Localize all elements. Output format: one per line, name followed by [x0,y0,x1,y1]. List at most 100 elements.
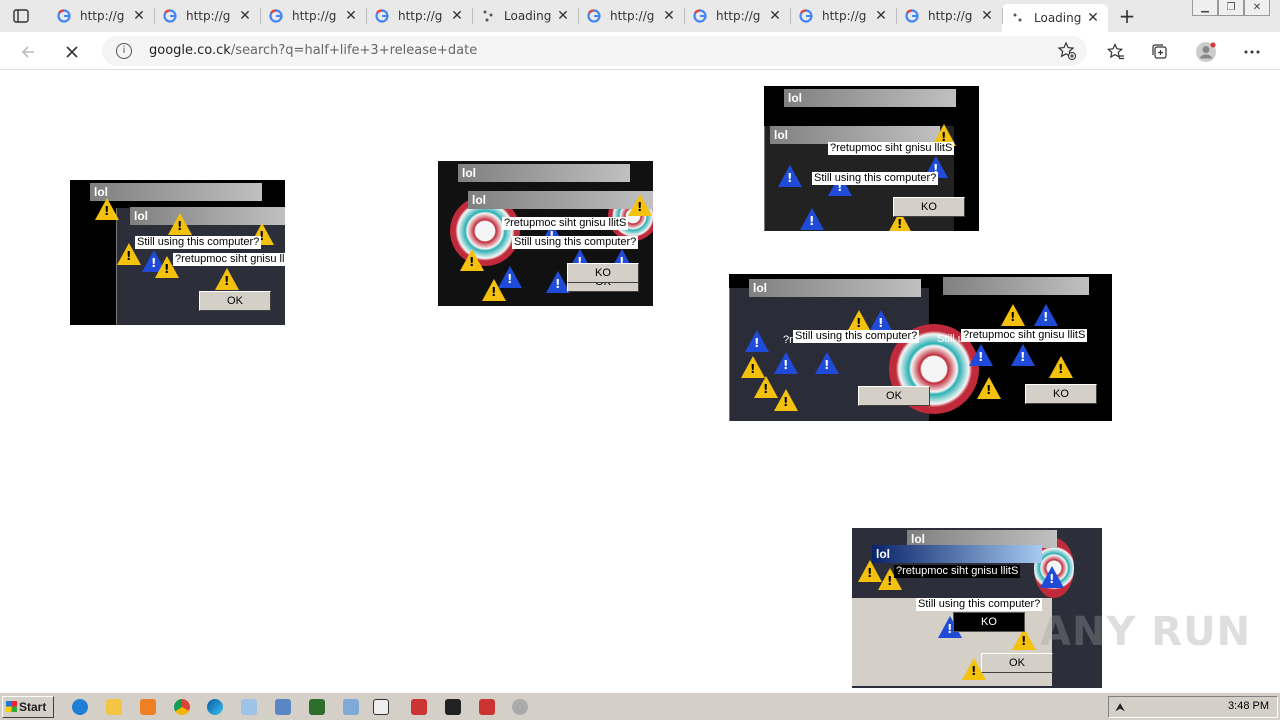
tab-title: Loading [504,9,552,23]
tab-title: http://g [186,9,231,23]
warning-icon [847,310,871,332]
computer-icon[interactable] [275,699,291,715]
ko-button[interactable]: KO [893,197,965,217]
folder-icon[interactable] [106,699,122,715]
tab-title: Loading [1034,11,1082,25]
terminal-icon[interactable] [309,699,325,715]
tab-title: http://g [80,9,125,23]
window-controls: ▁ ❐ ✕ [1192,0,1270,16]
warning-icon [741,356,765,378]
ko-button[interactable]: KO [567,263,639,283]
address-bar[interactable]: i google.co.ck/search?q=half+life+3+rele… [102,36,1087,66]
popup-window: lol lol ?retupmoc siht gnisu llitS Still… [438,161,653,306]
profile-avatar-icon[interactable] [1194,40,1218,64]
google-g-icon [374,8,390,24]
stop-loading-icon[interactable] [60,40,84,64]
popup-window: lol ?re Still using this computer? Still… [729,274,1112,421]
app-icon[interactable] [411,699,427,715]
popup-window: lol lol ?retupmoc siht gnisu llitS Still… [852,528,1102,688]
address-url[interactable]: google.co.ck/search?q=half+life+3+releas… [149,43,477,58]
google-g-icon [268,8,284,24]
tab[interactable]: http://g ✕ [48,4,154,28]
url-path: /search?q=half+life+3+release+date [230,43,478,58]
chrome-icon[interactable] [174,699,190,715]
app-icon[interactable] [479,699,495,715]
popup-inner-title: lol [872,545,1042,563]
info-icon [1011,344,1035,366]
popup-message-reversed: ?retupmoc siht gnisu llitS [894,565,1021,578]
ok-button[interactable]: OK [981,653,1053,673]
tab[interactable]: http://g ✕ [684,4,790,28]
close-tab-icon[interactable]: ✕ [662,8,676,24]
info-icon [815,352,839,374]
tab-list: http://g ✕ http://g ✕ http://g ✕ http://g ✕ … [48,4,1108,32]
info-icon [869,310,893,332]
clock: 3:48 PM [1228,700,1269,712]
notepad-icon[interactable] [241,699,257,715]
restore-icon[interactable]: ❐ [1218,0,1244,16]
popup-title-copy [943,277,1089,295]
settings-icon[interactable] [512,699,528,715]
close-tab-icon[interactable]: ✕ [980,8,994,24]
warning-icon [460,249,484,271]
media-player-icon[interactable] [140,699,156,715]
new-tab-button[interactable]: + [1116,5,1138,27]
ko-button[interactable]: KO [953,612,1025,632]
minimize-icon[interactable]: ▁ [1192,0,1218,16]
warning-icon [95,198,119,220]
popup-title: lol [784,89,956,107]
close-tab-icon[interactable]: ✕ [874,8,888,24]
popup-window: lol lol ?retupmoc siht gnisu llitS Still… [764,86,979,231]
ok-button[interactable]: OK [858,386,930,406]
tab-title: http://g [610,9,655,23]
internet-explorer-icon[interactable] [72,699,88,715]
close-tab-icon[interactable]: ✕ [556,8,570,24]
more-options-icon[interactable] [1240,40,1264,64]
cmd-icon[interactable] [445,699,461,715]
add-favorite-icon[interactable] [1057,41,1077,61]
tab[interactable]: http://g ✕ [790,4,896,28]
edge-icon[interactable] [207,699,223,715]
close-tab-icon[interactable]: ✕ [344,8,358,24]
popup-message-reversed: ?retupmoc siht gnisu llitS [828,142,955,155]
popup-message-reversed: ?retupmoc siht gnisu llitS [502,217,629,230]
popup-message: Still using this computer? [135,236,262,249]
popup-title: lol [458,164,630,182]
tab[interactable]: http://g ✕ [896,4,1002,28]
start-button[interactable]: Start [2,696,54,718]
system-tray: ⮝ 3:48 PM [1108,696,1278,718]
favorites-icon[interactable] [1104,40,1128,64]
popup-window: lol lol Still using this computer? ?retu… [70,180,285,325]
tab[interactable]: Loading ✕ [472,4,578,28]
back-arrow-icon[interactable] [16,40,40,64]
info-icon [1034,304,1058,326]
close-tab-icon[interactable]: ✕ [1086,10,1100,26]
tab[interactable]: http://g ✕ [578,4,684,28]
close-tab-icon[interactable]: ✕ [132,8,146,24]
close-tab-icon[interactable]: ✕ [768,8,782,24]
close-window-icon[interactable]: ✕ [1244,0,1270,16]
tab-title: http://g [928,9,973,23]
close-tab-icon[interactable]: ✕ [450,8,464,24]
tab[interactable]: http://g ✕ [154,4,260,28]
tab[interactable]: http://g ✕ [260,4,366,28]
tab[interactable]: http://g ✕ [366,4,472,28]
warning-icon [1049,356,1073,378]
document-icon[interactable] [343,699,359,715]
tray-arrow-icon[interactable]: ⮝ [1115,700,1125,715]
info-icon [1040,566,1064,588]
collections-icon[interactable] [1148,40,1172,64]
close-tab-icon[interactable]: ✕ [238,8,252,24]
google-g-icon [162,8,178,24]
ok-button[interactable]: OK [199,291,271,311]
ko-button[interactable]: KO [1025,384,1097,404]
popup-message-reversed: ?retupmoc siht gnisu llitS [961,329,1088,342]
warning-icon [482,279,506,301]
info-icon [969,344,993,366]
warning-icon [1001,304,1025,326]
popup-message: Still using this computer? [512,236,639,249]
site-info-icon[interactable]: i [116,43,132,59]
window-icon[interactable] [373,699,389,715]
tab-actions-menu-icon[interactable] [10,6,32,26]
tab-active[interactable]: Loading ✕ [1002,4,1108,32]
